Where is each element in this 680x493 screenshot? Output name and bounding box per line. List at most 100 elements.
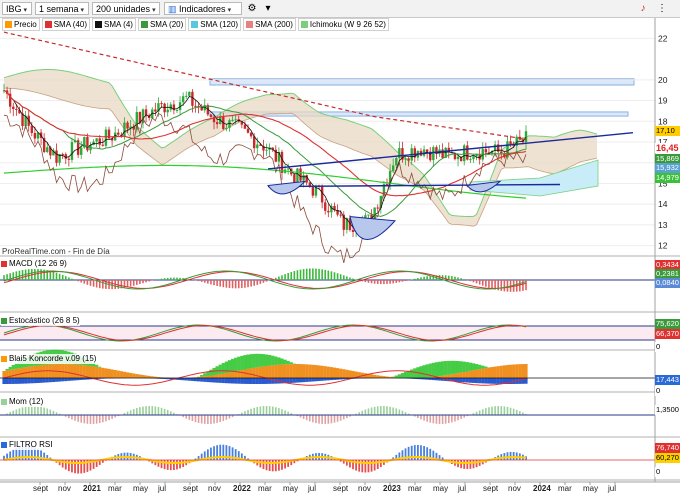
candle-body <box>234 119 237 121</box>
candle-body <box>385 184 389 186</box>
candle-body <box>194 105 197 107</box>
price-tick-label: 13 <box>658 220 668 230</box>
legend-swatch <box>5 21 12 28</box>
time-tick-label: 2021 <box>83 484 101 493</box>
time-tick-label: nov <box>208 484 221 493</box>
stochastic-value-2: 66,370 <box>655 329 680 339</box>
candle-body <box>351 230 355 232</box>
time-tick-label: jul <box>607 484 616 493</box>
candle-body <box>101 144 105 146</box>
source-label: ProRealTime.com - Fin de Día <box>2 247 110 256</box>
macd-label: MACD (12 26 9) <box>9 259 67 268</box>
candle-body <box>407 158 410 161</box>
candle-body <box>33 132 37 139</box>
legend-swatch <box>95 21 103 28</box>
time-tick-label: mar <box>558 484 572 493</box>
candle-body <box>296 168 299 184</box>
legend-label: SMA (40) <box>53 20 88 29</box>
candle-body <box>95 138 98 142</box>
candle-body <box>280 151 284 173</box>
candle-body <box>86 137 89 151</box>
candle-body <box>327 210 330 213</box>
time-tick-label: 2024 <box>533 484 551 493</box>
candle-body <box>215 122 219 125</box>
legend-label: SMA (4) <box>104 20 133 29</box>
candle-body <box>123 122 126 137</box>
candle-body <box>188 91 191 96</box>
price-tick-label: 18 <box>658 116 668 126</box>
candle-body <box>55 150 58 163</box>
candle-body <box>181 96 185 103</box>
koncorde-value: 17,443 <box>655 375 680 385</box>
candle-body <box>166 109 169 113</box>
candle-body <box>472 156 475 160</box>
legend-item[interactable]: SMA (20) <box>137 18 187 31</box>
legend-item[interactable]: Precio <box>2 18 40 31</box>
candle-body <box>376 207 379 209</box>
candle-body <box>320 186 324 203</box>
candle-body <box>67 158 71 160</box>
candle-body <box>456 156 460 160</box>
time-tick-label: nov <box>58 484 71 493</box>
legend-item[interactable]: SMA (200) <box>243 18 296 31</box>
legend-label: SMA (200) <box>255 20 293 29</box>
candle-body <box>339 214 342 216</box>
candle-body <box>98 138 101 145</box>
stochastic-value-1: 75,620 <box>655 319 680 329</box>
rsi-panel-label: FILTRO RSI <box>1 440 53 450</box>
price-tick-label: 22 <box>658 33 668 43</box>
candle-body <box>225 127 228 129</box>
candle-body <box>395 158 398 166</box>
candle-body <box>243 124 247 129</box>
price-legend: Precio SMA (40) SMA (4) SMA (20) SMA (120) SM… <box>0 18 389 31</box>
time-tick-label: mar <box>108 484 122 493</box>
legend-item[interactable]: SMA (4) <box>92 18 136 31</box>
candle-body <box>391 165 395 171</box>
time-tick-label: sept <box>483 484 499 493</box>
time-tick-label: nov <box>508 484 521 493</box>
candle-body <box>286 168 290 170</box>
candle-body <box>441 149 444 158</box>
legend-swatch <box>300 21 308 28</box>
candle-body <box>15 108 18 110</box>
macd-swatch <box>1 261 7 267</box>
legend-item[interactable]: SMA (40) <box>41 18 91 31</box>
rsi-swatch <box>1 442 7 448</box>
time-tick-label: jul <box>157 484 166 493</box>
candle-body <box>256 144 259 149</box>
time-tick-label: may <box>583 484 598 493</box>
legend-swatch <box>191 21 199 28</box>
candle-body <box>265 149 268 151</box>
candle-body <box>249 132 253 137</box>
candle-body <box>175 110 179 112</box>
candle-body <box>46 147 49 152</box>
candle-body <box>70 142 74 160</box>
legend-item[interactable]: SMA (120) <box>188 18 242 31</box>
time-tick-label: may <box>133 484 148 493</box>
candle-body <box>305 175 308 183</box>
candle-body <box>324 202 327 211</box>
price-tick-label: 12 <box>658 241 668 251</box>
koncorde-swatch <box>1 356 7 362</box>
momentum-value: 1,3500 <box>655 405 680 415</box>
time-tick-label: sept <box>183 484 199 493</box>
time-tick-label: mar <box>408 484 422 493</box>
legend-swatch <box>44 21 52 28</box>
rsi-label: FILTRO RSI <box>9 440 53 449</box>
candle-body <box>432 147 435 161</box>
stochastic-swatch <box>1 318 7 324</box>
macd-panel-label: MACD (12 26 9) <box>1 259 67 269</box>
candle-body <box>12 106 15 109</box>
time-tick-label: jul <box>457 484 466 493</box>
price-tick-label: 20 <box>658 75 668 85</box>
legend-swatch <box>140 21 148 28</box>
stochastic-panel-label: Estocástico (26 8 5) <box>1 316 80 326</box>
time-tick-label: may <box>283 484 298 493</box>
candle-body <box>61 154 64 156</box>
candle-body <box>246 128 250 133</box>
rsi-value-1: 76,740 <box>655 443 680 453</box>
candle-body <box>104 129 108 146</box>
legend-item[interactable]: Ichimoku (W 9 26 52) <box>297 18 389 31</box>
candle-body <box>144 109 148 116</box>
time-tick-label: jul <box>307 484 316 493</box>
